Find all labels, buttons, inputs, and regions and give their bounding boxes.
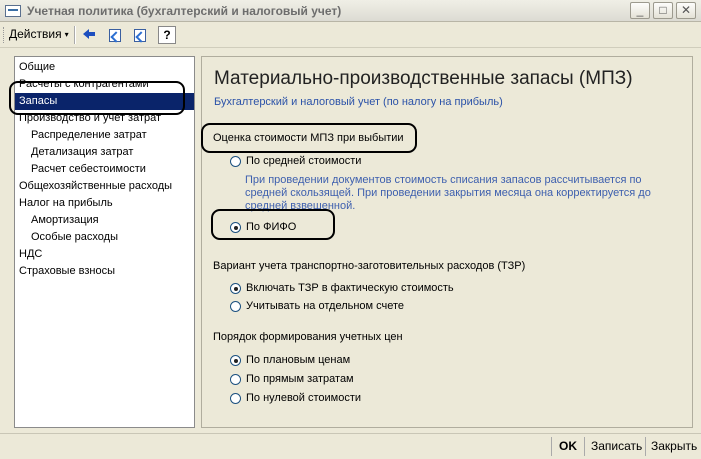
- actions-menu-button[interactable]: Действия ▾: [9, 27, 69, 41]
- settings-content: Материально-производственные запасы (МПЗ…: [201, 56, 693, 428]
- tree-item[interactable]: Расчет себестоимости: [15, 161, 146, 178]
- tree-item[interactable]: Общехозяйственные расходы: [15, 178, 172, 195]
- radio-average-cost-label: По средней стоимости: [246, 155, 362, 167]
- toolbar-separator: [74, 26, 76, 44]
- maximize-button[interactable]: □: [653, 2, 673, 19]
- close-button[interactable]: ✕: [676, 2, 696, 19]
- tree-item[interactable]: Амортизация: [15, 212, 99, 229]
- tzr-section-label: Вариант учета транспортно-заготовительны…: [213, 260, 526, 272]
- window-titlebar[interactable]: Учетная политика (бухгалтерский и налого…: [0, 0, 701, 22]
- tree-item[interactable]: Распределение затрат: [15, 127, 147, 144]
- radio-zero-cost-input[interactable]: [230, 393, 241, 404]
- radio-direct-costs-input[interactable]: [230, 374, 241, 385]
- radio-planned-prices-input[interactable]: [230, 355, 241, 366]
- radio-tzr-separate-label: Учитывать на отдельном счете: [246, 300, 405, 312]
- tree-item[interactable]: Страховые взносы: [15, 263, 115, 280]
- document-copy-icon[interactable]: [131, 26, 149, 44]
- radio-fifo-label: По ФИФО: [246, 221, 297, 233]
- radio-direct-costs-label: По прямым затратам: [246, 373, 354, 385]
- radio-tzr-include-input[interactable]: [230, 283, 241, 294]
- radio-average-cost-input[interactable]: [230, 156, 241, 167]
- tree-item[interactable]: Производство и учет затрат: [15, 110, 161, 127]
- tree-item[interactable]: Запасы: [15, 93, 194, 110]
- actions-menu-label: Действия: [9, 27, 62, 41]
- radio-zero-cost-label: По нулевой стоимости: [246, 392, 362, 404]
- tree-item[interactable]: Налог на прибыль: [15, 195, 113, 212]
- settings-tree[interactable]: Общие Расчеты с контрагентами Запасы Произв…: [14, 56, 195, 428]
- radio-fifo-input[interactable]: [230, 222, 241, 233]
- tree-item[interactable]: НДС: [15, 246, 42, 263]
- ok-button[interactable]: OK: [559, 439, 577, 453]
- tree-item[interactable]: Расчеты с контрагентами: [15, 76, 149, 93]
- valuation-hint: При проведении документов стоимость спис…: [245, 174, 651, 212]
- dialog-footer: OK Записать Закрыть: [0, 433, 701, 459]
- minimize-button[interactable]: _: [630, 2, 650, 19]
- footer-separator: [645, 437, 646, 456]
- valuation-section-label: Оценка стоимости МПЗ при выбытии: [213, 132, 404, 144]
- chevron-down-icon: ▾: [64, 30, 69, 40]
- close-dialog-button[interactable]: Закрыть: [651, 439, 697, 453]
- toolbar-grip[interactable]: [3, 27, 6, 43]
- page-title: Материально-производственные запасы (МПЗ…: [214, 68, 633, 89]
- window-title: Учетная политика (бухгалтерский и налого…: [27, 4, 342, 18]
- tree-item[interactable]: Особые расходы: [15, 229, 118, 246]
- prices-section-label: Порядок формирования учетных цен: [213, 331, 403, 343]
- tree-item[interactable]: Детализация затрат: [15, 144, 133, 161]
- back-icon[interactable]: [80, 26, 98, 44]
- tree-item[interactable]: Общие: [15, 59, 55, 76]
- radio-tzr-include-label: Включать ТЗР в фактическую стоимость: [246, 282, 454, 294]
- radio-planned-prices-label: По плановым ценам: [246, 354, 351, 366]
- save-button[interactable]: Записать: [591, 439, 642, 453]
- toolbar: Действия ▾ ?: [0, 22, 701, 48]
- radio-tzr-separate-input[interactable]: [230, 301, 241, 312]
- page-subtitle: Бухгалтерский и налоговый учет (по налог…: [214, 96, 503, 108]
- footer-separator: [551, 437, 552, 456]
- footer-separator: [584, 437, 585, 456]
- help-icon[interactable]: ?: [158, 26, 176, 44]
- window-app-icon: [5, 5, 21, 17]
- document-icon[interactable]: [106, 26, 124, 44]
